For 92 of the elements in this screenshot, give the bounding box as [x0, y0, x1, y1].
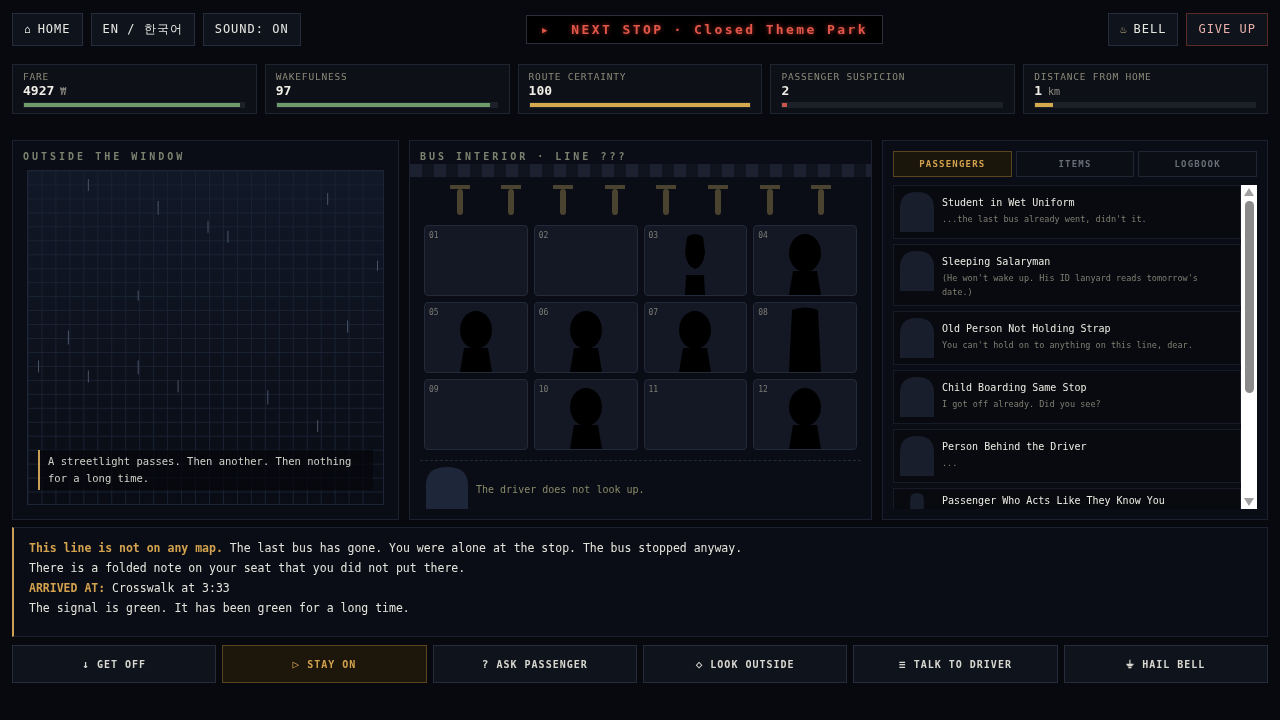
driver-text: The driver does not look up. — [476, 484, 645, 495]
seat[interactable]: 07 — [643, 302, 748, 373]
passenger-quote: You can't hold on to anything on this line, dear. — [942, 339, 1193, 352]
avatar-icon — [900, 251, 934, 291]
scrollbar[interactable] — [1241, 185, 1257, 509]
seat[interactable]: 02 — [533, 225, 638, 296]
strap-handle-icon — [604, 185, 625, 215]
strap-handle-icon — [501, 185, 522, 215]
seat-number: 11 — [648, 385, 659, 394]
action-button[interactable]: ↓ GET OFF — [12, 645, 217, 683]
seat[interactable]: 08 — [753, 302, 857, 373]
scroll-thumb[interactable] — [1244, 201, 1254, 393]
strap-handle-icon — [449, 185, 470, 215]
strap-handle-icon — [707, 185, 728, 215]
passenger-name: Old Person Not Holding Strap — [942, 323, 1112, 334]
seat-number: 12 — [758, 385, 768, 394]
scroll-down-icon[interactable] — [1244, 498, 1254, 506]
action-button[interactable]: ? ASK PASSENGER — [432, 645, 637, 683]
tab[interactable]: LOGBOOK — [1138, 151, 1257, 177]
tab[interactable]: PASSENGERS — [893, 151, 1012, 177]
passenger-item[interactable]: Passenger Who Acts Like They Know You — [893, 488, 1241, 509]
avatar-icon — [900, 192, 934, 232]
passenger-name: Child Boarding Same Stop — [942, 382, 1088, 393]
seat-number: 09 — [429, 385, 439, 394]
passenger-item[interactable]: Child Boarding Same Stop I got off already. Did you see? — [893, 370, 1241, 424]
seat-number: 07 — [648, 308, 659, 317]
passenger-name: Student in Wet Uniform — [942, 197, 1076, 208]
seat-number: 02 — [538, 231, 549, 240]
passenger-quote: ... — [942, 457, 959, 470]
seat[interactable]: 11 — [643, 379, 748, 450]
stat-label: WAKEFULNESS — [275, 71, 349, 82]
seat[interactable]: 03 — [643, 225, 748, 296]
tab[interactable]: ITEMS — [1015, 151, 1135, 177]
avatar-icon — [900, 377, 934, 417]
passenger-item[interactable]: Old Person Not Holding Strap You can't hold on to anything on this line, dear. — [893, 311, 1241, 365]
strap-handle-icon — [656, 185, 677, 215]
top-button[interactable]: GIVE UP — [1186, 12, 1268, 46]
passenger-quote: ...the last bus already went, didn't it. — [942, 213, 1147, 226]
panel-title: OUTSIDE THE WINDOW — [23, 151, 187, 162]
seat[interactable]: 05 — [424, 302, 528, 373]
strap-handle-icon — [759, 185, 780, 215]
log-line: This line is not on any map. The last bus has gone. You were alone at the stop. The bus stopped anyway. — [29, 541, 744, 556]
action-button[interactable]: ≡ TALK TO DRIVER — [853, 645, 1058, 683]
stat-label: DISTANCE FROM HOME — [1034, 71, 1153, 82]
seat-number: 04 — [758, 231, 768, 240]
passenger-quote: (He won't wake up. His ID lanyard reads tomorrow's date.) — [942, 272, 1199, 299]
passenger-name: Person Behind the Driver — [942, 441, 1087, 452]
log-line: There is a folded note on your seat that you did not put there. — [29, 561, 467, 576]
stat-value: 1 km — [1034, 83, 1062, 98]
stat-value: 4927 ₩ — [23, 83, 68, 98]
avatar-icon — [900, 436, 934, 476]
stat-label: PASSENGER SUSPICION — [781, 71, 907, 82]
seat-number: 01 — [429, 231, 439, 240]
stat-label: ROUTE CERTAINTY — [528, 71, 628, 82]
stat-value: 2 — [781, 83, 791, 98]
passenger-quote: I got off already. Did you see? — [942, 398, 1101, 411]
passenger-name: Passenger Who Acts Like They Know You — [942, 495, 1165, 506]
seat[interactable]: 01 — [424, 225, 528, 296]
log-line: The signal is green. It has been green for a long time. — [29, 601, 411, 616]
strap-handle-icon — [553, 185, 574, 215]
next-stop-sign: ▸ NEXT STOP · Closed Theme Park — [525, 14, 883, 44]
seat-number: 08 — [758, 308, 768, 317]
seat-number: 06 — [538, 308, 549, 317]
action-button[interactable]: ▷ STAY ON — [222, 645, 427, 683]
seat-number: 03 — [648, 231, 659, 240]
seat[interactable]: 06 — [533, 302, 638, 373]
passenger-item[interactable]: Student in Wet Uniform ...the last bus already went, didn't it. — [893, 185, 1241, 239]
seat[interactable]: 10 — [533, 379, 638, 450]
strap-handle-icon — [811, 185, 832, 215]
seat[interactable]: 09 — [424, 379, 528, 450]
passenger-item[interactable]: Sleeping Salaryman (He won't wake up. His ID lanyard reads tomorrow's date.) — [893, 244, 1241, 306]
scroll-up-icon[interactable] — [1244, 188, 1254, 196]
seat-number: 05 — [429, 308, 439, 317]
avatar-icon — [900, 318, 934, 358]
passenger-name: Sleeping Salaryman — [942, 256, 1052, 267]
action-button[interactable]: ⏚ HAIL BELL — [1063, 645, 1268, 683]
top-button[interactable]: ♨ BELL — [1107, 12, 1179, 46]
stat-value: 100 — [528, 83, 554, 98]
log-line: ARRIVED AT: Crosswalk at 3:33 — [29, 581, 231, 596]
panel-title: BUS INTERIOR · LINE ??? — [420, 151, 629, 162]
stat-label: FARE — [23, 71, 51, 82]
top-button[interactable]: SOUND: ON — [202, 12, 301, 46]
passenger-item[interactable]: Person Behind the Driver ... — [893, 429, 1241, 483]
top-button[interactable]: EN / 한국어 — [90, 12, 195, 46]
seat[interactable]: 04 — [753, 225, 857, 296]
driver-silhouette-icon — [426, 467, 468, 509]
window-caption: A streetlight passes. Then another. Then nothing for a long time. — [38, 450, 373, 490]
action-button[interactable]: ◇ LOOK OUTSIDE — [643, 645, 848, 683]
stat-value: 97 — [275, 83, 293, 98]
top-button[interactable]: ⌂ HOME — [12, 12, 83, 46]
seat[interactable]: 12 — [753, 379, 857, 450]
seat-number: 10 — [538, 385, 549, 394]
